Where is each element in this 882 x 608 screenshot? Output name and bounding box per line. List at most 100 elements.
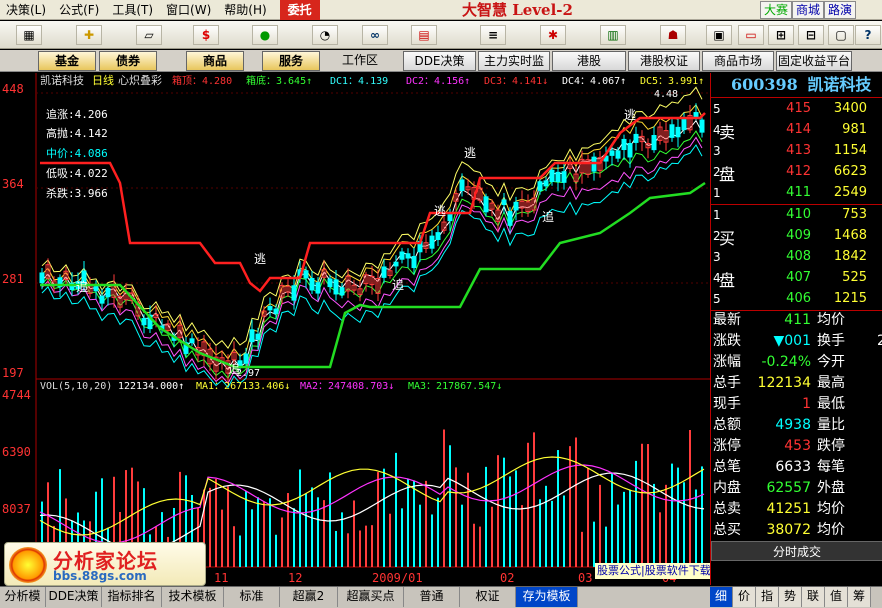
btab-save-template[interactable]: 存为模板 <box>516 587 578 607</box>
tab-hk-warrant[interactable]: 港股权证 <box>628 51 700 71</box>
menu-window[interactable]: 窗口(W) <box>160 0 218 20</box>
btab-dde[interactable]: DDE决策 <box>46 587 102 607</box>
help-icon[interactable]: ? <box>855 25 881 45</box>
contest-button[interactable]: 大赛 <box>760 1 793 19</box>
tab-bond[interactable]: 债券 <box>99 51 157 71</box>
table-icon[interactable]: ▦ <box>16 25 42 45</box>
quote-title: 600398 凯诺科技 <box>711 73 882 97</box>
plus-icon[interactable]: ✚ <box>76 25 102 45</box>
legend-mid-price: 中价:4.086 <box>46 147 108 160</box>
dollar-icon[interactable]: $ <box>193 25 219 45</box>
flee-signal: 逃 <box>624 108 636 122</box>
person-icon[interactable]: ☗ <box>660 25 686 45</box>
tab-dde[interactable]: DDE决策 <box>403 51 476 71</box>
roadshow-button[interactable]: 路演 <box>824 1 857 19</box>
logo-url: bbs.88gs.com <box>53 569 147 583</box>
kline-chart[interactable]: 逃逃逃逃追追追追 凯诺科技 日线 心炽叠彩 箱顶：4.280 箱底：3.645↑… <box>0 73 710 585</box>
bid-row-3[interactable]: 3 408 1842 <box>711 247 882 267</box>
bid-row-1[interactable]: 1 410 753 <box>711 205 882 225</box>
btab-super2[interactable]: 超赢2 <box>280 587 338 607</box>
grid-icon[interactable]: ▥ <box>600 25 626 45</box>
ma2-label: MA2：247408.703↓ <box>300 381 394 392</box>
flee-signal: 逃 <box>434 204 446 218</box>
stat-row-total-sell: 总卖 41251 均价 <box>713 501 845 517</box>
dc2-label: DC2：4.156↑ <box>406 76 470 87</box>
chase-signal: 追 <box>542 209 554 224</box>
ask-row-2[interactable]: 2 412 6623 <box>711 162 882 182</box>
frame-icon[interactable]: ▢ <box>828 25 854 45</box>
tab-fund[interactable]: 基金 <box>38 51 96 71</box>
binoculars-icon[interactable]: ∞ <box>362 25 388 45</box>
candle-body <box>327 278 333 288</box>
candle-body <box>381 266 387 278</box>
candle-body <box>273 308 279 314</box>
candle-body <box>621 138 627 151</box>
menu-tools[interactable]: 工具(T) <box>106 0 160 20</box>
btab-standard[interactable]: 标准 <box>224 587 280 607</box>
btab-template[interactable]: 分析模板 <box>0 587 46 607</box>
btab-normal[interactable]: 普通 <box>404 587 460 607</box>
kline-svg[interactable]: 逃逃逃逃追 追追追 凯诺科技 日线 心炽叠彩 箱顶：4.280 箱底：3.645↑… <box>0 73 710 585</box>
tab-commodity[interactable]: 商品 <box>186 51 244 71</box>
price-tick-197: 197 <box>2 366 24 380</box>
bid-row-4[interactable]: 4 407 525 <box>711 268 882 288</box>
btab-super-buy[interactable]: 超赢买点 <box>338 587 404 607</box>
quick-index[interactable]: 指 <box>756 587 779 607</box>
date-label-12: 12 <box>288 571 302 585</box>
ruler-icon[interactable]: ▱ <box>136 25 162 45</box>
candle-body <box>549 169 555 183</box>
gauge-icon[interactable]: ◔ <box>312 25 338 45</box>
tab-hk[interactable]: 港股 <box>552 51 626 71</box>
tab-workspace[interactable]: 工作区 <box>332 51 388 71</box>
tab-fixed-income[interactable]: 固定收益平台 <box>776 51 852 71</box>
date-label-03: 03 <box>578 571 592 585</box>
layout-icon[interactable]: ⊟ <box>798 25 824 45</box>
price-tick-281: 281 <box>2 272 24 286</box>
candle-body <box>105 287 111 298</box>
candle-body <box>243 353 249 364</box>
quick-trend[interactable]: 势 <box>779 587 802 607</box>
ask-row-4[interactable]: 4 414 981 <box>711 120 882 140</box>
tiles-icon[interactable]: ⊞ <box>768 25 794 45</box>
stock-name: 凯诺科技 <box>807 75 872 94</box>
btab-indicator-rank[interactable]: 指标排名 <box>102 587 162 607</box>
quick-value[interactable]: 值 <box>825 587 848 607</box>
box-top-label: 箱顶：4.280 <box>172 74 232 87</box>
menu-help[interactable]: 帮助(H) <box>218 0 273 20</box>
news-icon[interactable]: ▣ <box>706 25 732 45</box>
candle-body <box>189 338 195 344</box>
stat-row-trades: 总笔 6633 每笔 <box>713 459 845 475</box>
tick-trades-button[interactable]: 分时成交 <box>711 541 882 561</box>
quick-chips[interactable]: 筹 <box>848 587 871 607</box>
tab-commodity-market[interactable]: 商品市场 <box>702 51 774 71</box>
window-icon[interactable]: ▭ <box>738 25 764 45</box>
btab-warrant[interactable]: 权证 <box>460 587 516 607</box>
ask-row-1[interactable]: 1 411 2549 <box>711 183 882 203</box>
divider <box>711 97 882 98</box>
candle-body <box>507 211 513 226</box>
btab-tech-template[interactable]: 技术模板 <box>162 587 224 607</box>
entrust-button[interactable]: 委托 <box>279 0 320 20</box>
indicator-icon[interactable]: ● <box>252 25 278 45</box>
date-label-11: 11 <box>214 571 228 585</box>
star-icon[interactable]: ✱ <box>540 25 566 45</box>
vol-tick-low: 8037 <box>2 502 31 516</box>
quick-link[interactable]: 联 <box>802 587 825 607</box>
tab-service[interactable]: 服务 <box>262 51 320 71</box>
list-icon[interactable]: ≡ <box>480 25 506 45</box>
quick-price[interactable]: 价 <box>733 587 756 607</box>
stat-row-limitup: 涨停 453 跌停 <box>713 438 845 454</box>
ask-row-5[interactable]: 5 415 3400 <box>711 99 882 119</box>
candle-body <box>651 135 657 151</box>
bid-row-2[interactable]: 2 409 1468 <box>711 226 882 246</box>
mall-button[interactable]: 商城 <box>792 1 825 19</box>
chart-icon[interactable]: ▤ <box>411 25 437 45</box>
menu-decision[interactable]: 决策(L) <box>0 0 53 20</box>
bid-row-5[interactable]: 5 406 1215 <box>711 289 882 309</box>
menu-formula[interactable]: 公式(F) <box>53 0 106 20</box>
quick-detail[interactable]: 细 <box>710 587 733 607</box>
bottom-tabbar: 分析模板 DDE决策 指标排名 技术模板 标准 超赢2 超赢买点 普通 权证 存… <box>0 586 882 608</box>
ask-row-3[interactable]: 3 413 1154 <box>711 141 882 161</box>
tab-main-monitor[interactable]: 主力实时监控 <box>478 51 550 87</box>
candle-body <box>501 199 507 206</box>
